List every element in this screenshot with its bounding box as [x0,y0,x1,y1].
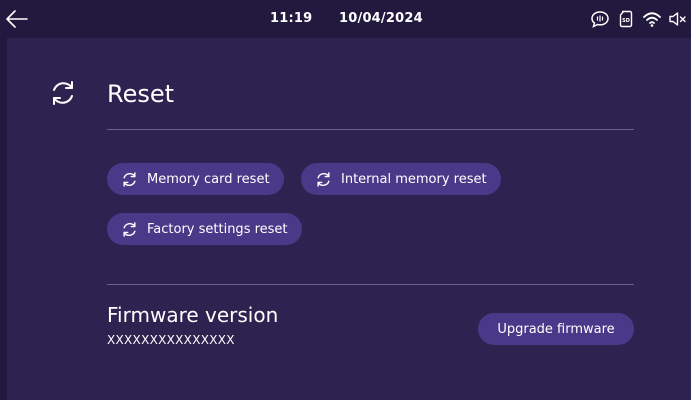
status-bar: 11:19 10/04/2024 SD [0,0,691,38]
reset-title: Reset [107,80,175,108]
reset-cycle-icon [53,81,73,105]
reset-cycle-icon [317,171,330,187]
firmware-title: Firmware version [107,303,279,327]
divider-top [107,129,634,130]
intercom-bubble-icon [591,11,609,28]
internal-memory-reset-label: Internal memory reset [341,171,487,187]
wifi-icon [643,12,661,27]
reset-cycle-icon [123,221,136,237]
clock-time: 11:19 [270,11,313,26]
upgrade-firmware-button[interactable]: Upgrade firmware [478,313,634,345]
left-edge-strip [0,38,7,400]
memory-card-reset-button[interactable]: Memory card reset [107,163,284,195]
firmware-version-value: XXXXXXXXXXXXXXX [107,333,235,347]
settings-screen: 11:19 10/04/2024 SD Reset Memory card re… [0,0,691,400]
svg-text:SD: SD [622,18,630,24]
internal-memory-reset-button[interactable]: Internal memory reset [301,163,501,195]
memory-card-reset-label: Memory card reset [147,171,270,187]
factory-settings-reset-label: Factory settings reset [147,221,288,237]
speaker-muted-icon [669,12,686,26]
clock-date: 10/04/2024 [339,11,423,26]
sd-card-icon: SD [619,10,633,28]
back-arrow-icon[interactable] [4,7,30,31]
divider-bottom [107,284,634,285]
upgrade-firmware-label: Upgrade firmware [497,321,615,337]
reset-cycle-icon [123,171,136,187]
factory-settings-reset-button[interactable]: Factory settings reset [107,213,302,245]
